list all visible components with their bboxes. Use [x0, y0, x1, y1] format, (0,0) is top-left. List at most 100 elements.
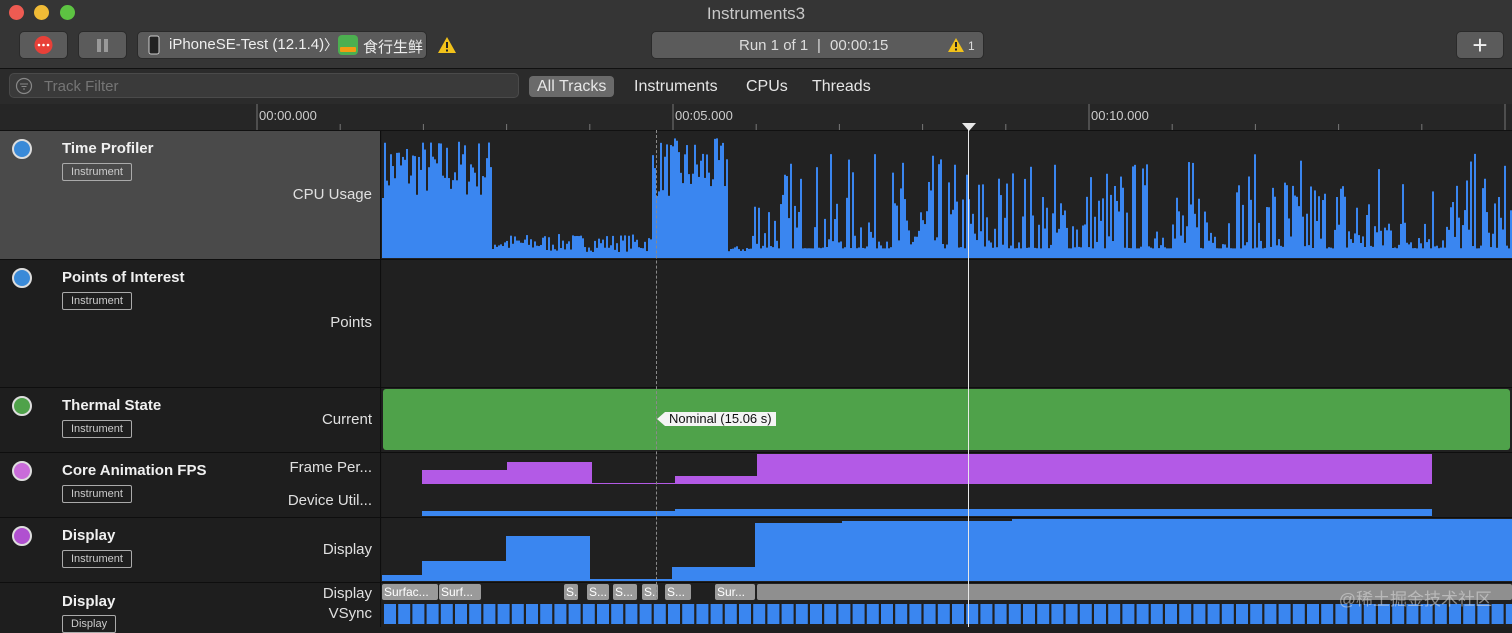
track-header[interactable]: Time Profiler Instrument CPU Usage	[0, 131, 381, 259]
cpu-sample-bar	[436, 163, 438, 258]
cpu-sample-bar	[1238, 185, 1240, 258]
display-bars	[382, 519, 1512, 581]
playhead-handle-icon[interactable]	[962, 123, 976, 131]
track-display-vsync[interactable]: Display Display Display VSync Surfac... S…	[0, 583, 1512, 633]
warning-icon[interactable]	[437, 36, 457, 54]
cpu-sample-bar	[1348, 231, 1350, 258]
cpu-sample-bar	[844, 247, 846, 258]
target-device-selector[interactable]: iPhoneSE-Test (12.1.4) 〉 食行生鲜	[137, 31, 427, 59]
cpu-sample-bar	[838, 242, 840, 258]
cpu-sample-bar	[1418, 238, 1420, 258]
cpu-sample-bar	[1140, 246, 1142, 258]
cpu-sample-bar	[964, 248, 966, 258]
tab-instruments[interactable]: Instruments	[626, 76, 726, 97]
cpu-sample-bar	[700, 160, 702, 258]
cpu-sample-bar	[912, 241, 914, 258]
cpu-sample-bar	[1024, 178, 1026, 258]
cpu-sample-bar	[986, 217, 988, 258]
add-instrument-button[interactable]: +	[1456, 30, 1504, 60]
surface-chip[interactable]: Surf...	[439, 584, 481, 600]
cpu-sample-bar	[1156, 231, 1158, 258]
pause-button[interactable]	[78, 31, 127, 59]
display-graph[interactable]	[382, 518, 1512, 582]
vsync-bar	[455, 604, 467, 624]
fps-graph[interactable]	[382, 453, 1512, 517]
cpu-sample-bar	[1324, 193, 1326, 258]
track-header[interactable]: Core Animation FPS Instrument Frame Per.…	[0, 453, 381, 517]
cpu-sample-bar	[520, 242, 522, 258]
cpu-sample-bar	[1000, 195, 1002, 258]
cpu-sample-bar	[1408, 244, 1410, 258]
cpu-sample-bar	[1124, 247, 1126, 258]
cpu-sample-bar	[1456, 185, 1458, 258]
vsync-bar	[1037, 604, 1050, 624]
cpu-sample-bar	[1404, 222, 1406, 258]
vsync-bar	[1292, 604, 1305, 624]
surface-chip[interactable]: S...	[587, 584, 609, 600]
vsync-bar	[1165, 604, 1177, 624]
vsync-bar	[412, 604, 425, 624]
cpu-sample-bar	[406, 148, 408, 258]
surface-chip[interactable]: S.	[564, 584, 578, 600]
track-header[interactable]: Display Display Display VSync	[0, 583, 381, 633]
vsync-bar	[526, 604, 538, 624]
cpu-sample-bar	[1186, 226, 1188, 258]
track-thermal-state[interactable]: Thermal State Instrument Current Nominal…	[0, 388, 1512, 453]
cpu-sample-bar	[1070, 248, 1072, 258]
cpu-sample-bar	[594, 240, 596, 258]
vsync-bar	[710, 604, 723, 624]
vsync-bar	[824, 604, 837, 624]
cpu-sample-bar	[540, 244, 542, 258]
cpu-sample-bar	[1398, 244, 1400, 258]
track-filter-input[interactable]	[42, 76, 516, 97]
playhead-line[interactable]	[968, 124, 969, 627]
ruler-ticks	[256, 104, 1506, 130]
cpu-sample-bar	[1200, 247, 1202, 258]
surface-chip[interactable]: Sur...	[715, 584, 755, 600]
cpu-sample-bar	[826, 247, 828, 258]
cpu-sample-bar	[1034, 247, 1036, 258]
cpu-sample-bar	[1362, 236, 1364, 258]
surface-chip[interactable]: S...	[613, 584, 637, 600]
cpu-sample-bar	[1276, 245, 1278, 258]
cpu-sample-bar	[1260, 240, 1262, 258]
track-header[interactable]: Points of Interest Instrument Points	[0, 260, 381, 387]
cpu-usage-graph[interactable]	[382, 131, 1512, 259]
track-time-profiler[interactable]: Time Profiler Instrument CPU Usage	[0, 131, 1512, 260]
cpu-sample-bar	[1420, 243, 1422, 258]
track-display[interactable]: Display Instrument Display	[0, 518, 1512, 583]
track-header[interactable]: Thermal State Instrument Current	[0, 388, 381, 452]
tab-all-tracks[interactable]: All Tracks	[529, 76, 615, 97]
cpu-sample-bar	[424, 149, 426, 258]
vsync-bar	[568, 604, 581, 624]
thermal-graph[interactable]: Nominal (15.06 s)	[382, 388, 1512, 452]
thermal-nominal-bar[interactable]	[383, 389, 1510, 450]
tab-threads[interactable]: Threads	[804, 76, 879, 97]
tab-cpus[interactable]: CPUs	[738, 76, 796, 97]
cpu-sample-bar	[630, 248, 632, 258]
cpu-sample-bar	[1064, 210, 1066, 258]
track-points-of-interest[interactable]: Points of Interest Instrument Points	[0, 260, 1512, 388]
record-stop-button[interactable]	[19, 31, 68, 59]
vsync-bar	[1278, 604, 1291, 624]
track-name: Time Profiler	[62, 140, 154, 157]
run-label: Run 1 of 1	[739, 37, 809, 54]
cpu-sample-bar	[390, 154, 392, 258]
cpu-sample-bar	[1446, 226, 1448, 258]
surface-chip[interactable]: S...	[665, 584, 691, 600]
points-graph[interactable]	[382, 260, 1512, 387]
track-header[interactable]: Display Instrument Display	[0, 518, 381, 582]
timeline-ruler[interactable]: 00:00.000 00:05.000 00:10.000	[0, 104, 1512, 131]
cpu-sample-bar	[1258, 222, 1260, 258]
cpu-sample-bar	[1116, 200, 1118, 258]
cpu-sample-bar	[430, 142, 432, 258]
cpu-sample-bar	[1338, 224, 1340, 258]
vsync-bar	[1150, 604, 1163, 624]
cpu-sample-bar	[688, 174, 690, 258]
vsync-bar	[682, 604, 695, 624]
cpu-sample-bar	[1190, 204, 1192, 258]
cpu-sample-bar	[526, 235, 528, 258]
surface-chip[interactable]: Surfac...	[382, 584, 438, 600]
track-core-animation-fps[interactable]: Core Animation FPS Instrument Frame Per.…	[0, 453, 1512, 518]
track-filter-field[interactable]	[9, 73, 519, 98]
